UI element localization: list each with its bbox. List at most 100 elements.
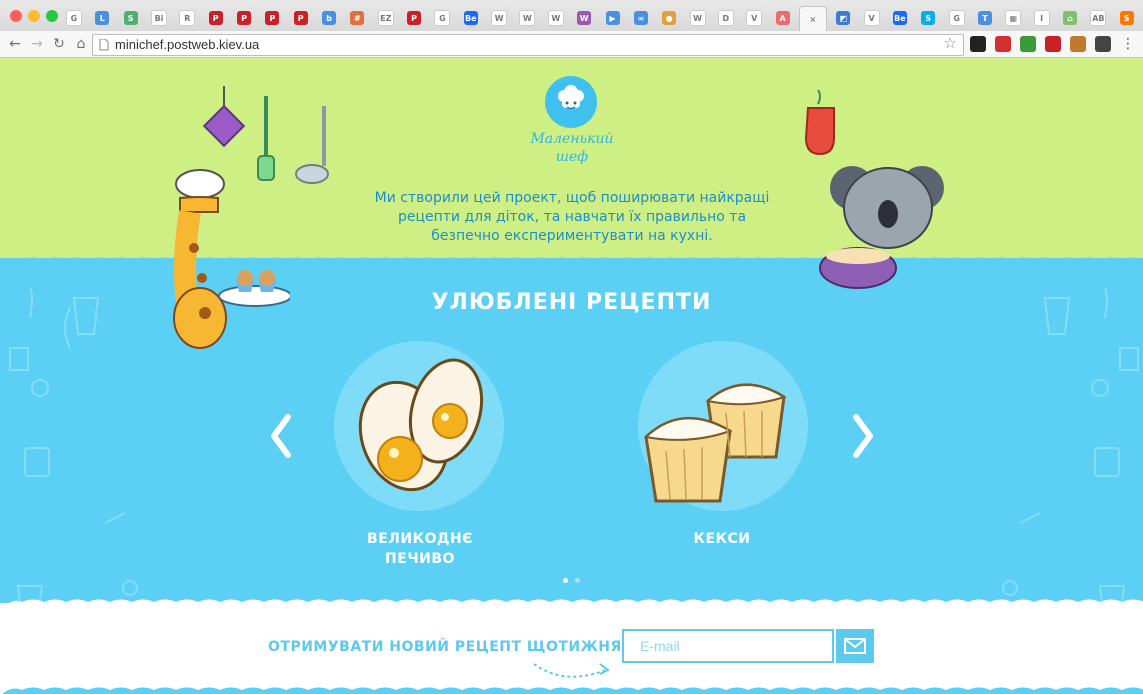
play-tab-icon: ▶ xyxy=(605,11,620,25)
browser-tab[interactable]: Bi xyxy=(147,6,171,30)
forward-arrow-icon[interactable]: → xyxy=(28,35,46,53)
recipe-title-easter-cookies[interactable]: ВЕЛИКОДНЄ ПЕЧИВО xyxy=(320,529,520,569)
cupcakes-image xyxy=(638,341,808,511)
browser-tab[interactable]: A xyxy=(771,6,795,30)
browser-tab[interactable]: P xyxy=(232,6,256,30)
browser-tab[interactable]: W xyxy=(544,6,568,30)
reload-icon[interactable]: ↻ xyxy=(50,35,68,53)
image-tab-icon: ◩ xyxy=(836,11,851,25)
carousel-dot[interactable] xyxy=(575,578,580,583)
logo-chef-icon[interactable] xyxy=(545,76,597,128)
browser-tab[interactable]: ▶ xyxy=(601,6,625,30)
bird-tab-icon: b xyxy=(322,11,337,25)
recipe-card-easter-cookies[interactable] xyxy=(334,341,504,511)
browser-tab[interactable]: G xyxy=(945,6,969,30)
browser-tab[interactable]: ● xyxy=(657,6,681,30)
bi-tab-icon: Bi xyxy=(151,10,167,26)
tab-strip: G L S Bi R P P P Pb # EZ P G Be W W W W ▶ ∞ ● W D V A × ◩ V Be S G T ▦ I ⌂… xyxy=(62,6,1143,31)
pinterest-tab-icon: P xyxy=(208,11,223,25)
home-icon[interactable]: ⌂ xyxy=(72,35,90,53)
grid-extension-icon[interactable] xyxy=(1020,36,1036,52)
bottom-wave-divider xyxy=(2,687,1143,694)
green-s-tab-icon: S xyxy=(123,11,138,25)
horse-extension-icon[interactable] xyxy=(970,36,986,52)
google-tab-icon: G xyxy=(948,10,965,26)
active-tab-close-icon: × xyxy=(809,14,817,24)
browser-tab[interactable]: P xyxy=(289,6,313,30)
minimize-window-button[interactable] xyxy=(28,10,40,22)
browser-tab[interactable]: S xyxy=(1115,6,1139,30)
logo-text[interactable]: Маленький шеф xyxy=(517,130,627,166)
browser-tab[interactable]: W xyxy=(516,6,540,30)
browser-tab[interactable]: R xyxy=(175,6,199,30)
browser-tab[interactable]: W xyxy=(572,6,596,30)
browser-tab[interactable]: S xyxy=(916,6,940,30)
send-button[interactable] xyxy=(836,629,874,663)
grid-tab-icon: # xyxy=(350,11,365,25)
carousel-prev-arrow[interactable] xyxy=(266,411,296,461)
url-field[interactable]: minichef.postweb.kiev.ua ☆ xyxy=(92,34,964,56)
browser-tab[interactable]: EZ xyxy=(374,6,398,30)
browser-tab[interactable]: # xyxy=(345,6,369,30)
pinterest-tab-icon: P xyxy=(407,11,422,25)
browser-tab-bar: G L S Bi R P P P Pb # EZ P G Be W W W W ▶ ∞ ● W D V A × ◩ V Be S G T ▦ I ⌂… xyxy=(0,0,1143,32)
browser-tab[interactable]: AB xyxy=(1086,6,1110,30)
browser-tab[interactable]: P xyxy=(260,6,284,30)
page-content: Маленький шеф Ми створили цей проект, що… xyxy=(0,58,1143,694)
browser-tab[interactable]: L xyxy=(90,6,114,30)
ez-tab-icon: EZ xyxy=(377,10,394,26)
behance-tab-icon: Be xyxy=(463,11,478,25)
pocket-extension-icon[interactable] xyxy=(1095,36,1111,52)
wikipedia-tab-icon: W xyxy=(491,10,508,26)
wikipedia-tab-icon: W xyxy=(689,10,706,26)
zoom-window-button[interactable] xyxy=(46,10,58,22)
browser-tab[interactable]: I xyxy=(1030,6,1054,30)
browser-tab[interactable]: P xyxy=(204,6,228,30)
logo-line-2: шеф xyxy=(555,149,589,165)
bookmark-star-icon[interactable]: ☆ xyxy=(944,34,957,52)
recipe-title-line-1: КЕКСИ xyxy=(693,531,751,547)
behance-tab-icon: Be xyxy=(892,11,907,25)
recipe-title-cupcakes[interactable]: КЕКСИ xyxy=(622,529,822,549)
back-arrow-icon[interactable]: ← xyxy=(6,35,24,53)
email-input[interactable] xyxy=(622,629,834,663)
browser-tab[interactable]: ∞ xyxy=(629,6,653,30)
browser-tab[interactable]: P xyxy=(402,6,426,30)
skype-tab-icon: S xyxy=(921,11,936,25)
pinterest-tab-icon: P xyxy=(237,11,252,25)
browser-tab[interactable]: Be xyxy=(459,6,483,30)
giraffe-chef-illustration xyxy=(173,169,290,349)
v-tab-icon: V xyxy=(746,10,763,26)
vimeo-tab-icon: V xyxy=(863,10,880,26)
close-window-button[interactable] xyxy=(10,10,22,22)
browser-tab[interactable]: V xyxy=(742,6,766,30)
link-tab-icon: ∞ xyxy=(633,11,648,25)
logo-line-1: Маленький xyxy=(530,131,614,147)
pinterest-tab-icon: P xyxy=(265,11,280,25)
carousel-next-arrow[interactable] xyxy=(848,411,878,461)
browser-tab[interactable]: T xyxy=(973,6,997,30)
browser-tab[interactable]: G xyxy=(62,6,86,30)
pinterest-extension-icon[interactable] xyxy=(1045,36,1061,52)
koala-chef-illustration xyxy=(819,166,944,289)
browser-tab[interactable]: S xyxy=(119,6,143,30)
browser-tab[interactable]: ◩ xyxy=(831,6,855,30)
section-title: УЛЮБЛЕНІ РЕЦЕПТИ xyxy=(431,290,712,315)
browser-tab[interactable]: ▦ xyxy=(1001,6,1025,30)
chef-hat-icon xyxy=(547,78,595,126)
pixel-tab-icon: ▦ xyxy=(1005,10,1022,26)
carousel-dot-active[interactable] xyxy=(563,578,568,583)
browser-tab[interactable]: W xyxy=(487,6,511,30)
browser-tab[interactable]: D xyxy=(714,6,738,30)
browser-tab[interactable]: V xyxy=(860,6,884,30)
recipe-card-cupcakes[interactable] xyxy=(638,341,808,511)
browser-tab[interactable]: W xyxy=(686,6,710,30)
browser-tab[interactable]: × xyxy=(798,6,827,31)
adblock-extension-icon[interactable] xyxy=(995,36,1011,52)
browser-tab[interactable]: Be xyxy=(888,6,912,30)
browser-tab[interactable]: G xyxy=(430,6,454,30)
browser-tab[interactable]: ⌂ xyxy=(1058,6,1082,30)
menu-icon[interactable]: ⋮ xyxy=(1120,36,1136,52)
dog-extension-icon[interactable] xyxy=(1070,36,1086,52)
browser-tab[interactable]: b xyxy=(317,6,341,30)
